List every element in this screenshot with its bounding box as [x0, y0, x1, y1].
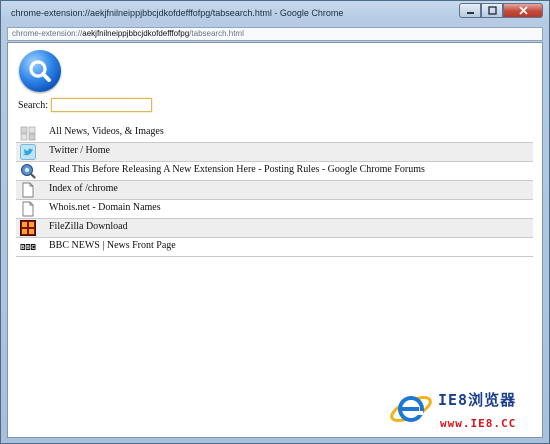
title-bar[interactable]: chrome-extension://aekjfnilneippjbbcjdko…	[1, 1, 549, 27]
result-title: All News, Videos, & Images	[49, 126, 164, 137]
result-title: Read This Before Releasing A New Extensi…	[49, 164, 425, 175]
result-row[interactable]: Index of /chrome	[16, 181, 533, 200]
blank-page-icon	[22, 182, 34, 198]
result-row[interactable]: Twitter / Home	[16, 143, 533, 162]
tab-search-logo-icon	[19, 50, 61, 92]
address-bar[interactable]: chrome-extension://aekjfnilneippjbbcjdko…	[7, 27, 543, 41]
search-input[interactable]	[51, 98, 152, 112]
result-title: Whois.net - Domain Names	[49, 202, 161, 213]
result-title: Twitter / Home	[49, 145, 110, 156]
result-title: Index of /chrome	[49, 183, 118, 194]
url-path: /tabsearch.html	[189, 29, 244, 38]
close-button[interactable]	[503, 3, 543, 18]
close-icon	[518, 6, 528, 15]
minimize-icon	[466, 12, 474, 14]
blank-page-icon	[22, 201, 34, 217]
twitter-bird-icon	[20, 144, 36, 160]
url-scheme: chrome-extension://	[12, 29, 83, 38]
search-label: Search:	[18, 100, 48, 111]
svg-text:B: B	[21, 245, 25, 251]
page-content: Search: All News, Videos, & Images Twitt…	[7, 42, 543, 438]
results-list: All News, Videos, & Images Twitter / Hom…	[16, 124, 533, 257]
watermark: IE8浏览器 www.IE8.CC	[388, 383, 543, 439]
filezilla-icon	[20, 220, 36, 236]
window-title: chrome-extension://aekjfnilneippjbbcjdko…	[11, 8, 344, 18]
minimize-button[interactable]	[459, 3, 481, 18]
result-title: FileZilla Download	[49, 221, 128, 232]
result-row[interactable]: FileZilla Download	[16, 219, 533, 238]
browser-window: chrome-extension://aekjfnilneippjbbcjdko…	[0, 0, 550, 444]
google-news-icon	[20, 126, 36, 141]
result-row[interactable]: B B C BBC NEWS | News Front Page	[16, 238, 533, 257]
result-title: BBC NEWS | News Front Page	[49, 240, 176, 251]
svg-text:C: C	[31, 245, 35, 251]
watermark-url: www.IE8.CC	[440, 417, 517, 430]
result-row[interactable]: Read This Before Releasing A New Extensi…	[16, 162, 533, 181]
maximize-icon	[487, 6, 497, 15]
url-host: aekjfnilneippjbbcjdkofdefffofpg	[82, 29, 190, 38]
svg-text:B: B	[26, 245, 30, 251]
result-row[interactable]: Whois.net - Domain Names	[16, 200, 533, 219]
bbc-icon: B B C	[20, 244, 36, 251]
maximize-button[interactable]	[481, 3, 503, 18]
window-controls	[459, 3, 543, 18]
magnifier-icon	[29, 60, 51, 82]
ie-logo-icon	[390, 396, 432, 422]
chrome-forum-icon	[21, 164, 36, 179]
result-row[interactable]: All News, Videos, & Images	[16, 124, 533, 143]
watermark-text: IE8浏览器	[438, 391, 517, 409]
